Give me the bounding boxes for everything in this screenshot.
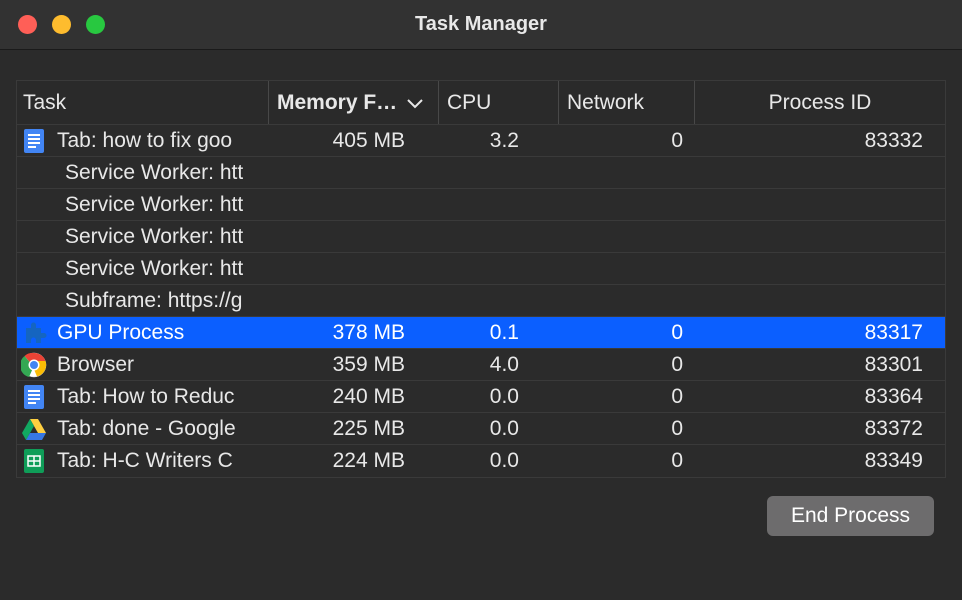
cell-cpu: 3.2: [439, 129, 559, 153]
cell-pid: 83301: [695, 353, 945, 377]
cell-task: Tab: done - Google: [17, 416, 269, 442]
column-label: Memory F…: [277, 91, 397, 115]
column-label: Process ID: [769, 91, 872, 115]
task-label: Service Worker: htt: [65, 225, 243, 249]
titlebar: Task Manager: [0, 0, 962, 50]
docs-icon: [21, 384, 47, 410]
cell-memory: 225 MB: [269, 417, 439, 441]
column-header-task[interactable]: Task: [17, 81, 269, 124]
column-header-cpu[interactable]: CPU: [439, 81, 559, 124]
maximize-icon[interactable]: [86, 15, 105, 34]
cell-network: 0: [559, 449, 695, 473]
end-process-button[interactable]: End Process: [767, 496, 934, 536]
cell-memory: 378 MB: [269, 321, 439, 345]
table-row[interactable]: Tab: How to Reduc 240 MB0.0083364: [17, 381, 945, 413]
task-label: Service Worker: htt: [65, 257, 243, 281]
table-row[interactable]: Service Worker: htt: [17, 189, 945, 221]
close-icon[interactable]: [18, 15, 37, 34]
cell-task: Browser: [17, 352, 269, 378]
task-label: Service Worker: htt: [65, 193, 243, 217]
docs-icon: [21, 128, 47, 154]
column-label: CPU: [447, 91, 491, 115]
table-header: Task Memory F… CPU Network Process ID: [17, 81, 945, 125]
table-row[interactable]: Service Worker: htt: [17, 221, 945, 253]
cell-cpu: 0.1: [439, 321, 559, 345]
task-label: Tab: How to Reduc: [57, 385, 234, 409]
table-row[interactable]: Service Worker: htt: [17, 253, 945, 285]
cell-network: 0: [559, 385, 695, 409]
table-row[interactable]: GPU Process 378 MB0.1083317: [17, 317, 945, 349]
task-table: Task Memory F… CPU Network Process ID Ta…: [16, 80, 946, 478]
sheets-icon: [21, 448, 47, 474]
column-header-pid[interactable]: Process ID: [695, 81, 945, 124]
cell-memory: 240 MB: [269, 385, 439, 409]
table-row[interactable]: Browser 359 MB4.0083301: [17, 349, 945, 381]
window-title: Task Manager: [415, 13, 547, 36]
cell-task: Service Worker: htt: [17, 161, 269, 185]
cell-cpu: 0.0: [439, 417, 559, 441]
cell-network: 0: [559, 353, 695, 377]
cell-task: Tab: H-C Writers C: [17, 448, 269, 474]
cell-task: Tab: How to Reduc: [17, 384, 269, 410]
cell-task: Service Worker: htt: [17, 257, 269, 281]
content: Task Memory F… CPU Network Process ID Ta…: [0, 50, 962, 552]
chevron-down-icon: [407, 91, 423, 115]
column-header-memory[interactable]: Memory F…: [269, 81, 439, 124]
cell-cpu: 0.0: [439, 385, 559, 409]
task-label: Tab: how to fix goo: [57, 129, 232, 153]
button-bar: End Process: [16, 478, 946, 536]
task-label: Tab: H-C Writers C: [57, 449, 233, 473]
cell-task: Tab: how to fix goo: [17, 128, 269, 154]
cell-pid: 83332: [695, 129, 945, 153]
minimize-icon[interactable]: [52, 15, 71, 34]
column-header-network[interactable]: Network: [559, 81, 695, 124]
chrome-icon: [21, 352, 47, 378]
cell-memory: 224 MB: [269, 449, 439, 473]
cell-network: 0: [559, 321, 695, 345]
table-row[interactable]: Tab: done - Google 225 MB0.0083372: [17, 413, 945, 445]
cell-task: GPU Process: [17, 320, 269, 346]
table-row[interactable]: Tab: how to fix goo 405 MB3.2083332: [17, 125, 945, 157]
window-controls: [18, 15, 105, 34]
table-row[interactable]: Service Worker: htt: [17, 157, 945, 189]
column-label: Network: [567, 91, 644, 115]
puzzle-icon: [21, 320, 47, 346]
table-body: Tab: how to fix goo405 MB3.2083332Servic…: [17, 125, 945, 477]
table-row[interactable]: Subframe: https://g: [17, 285, 945, 317]
task-label: Browser: [57, 353, 134, 377]
drive-icon: [21, 416, 47, 442]
task-label: Service Worker: htt: [65, 161, 243, 185]
cell-network: 0: [559, 417, 695, 441]
cell-task: Service Worker: htt: [17, 225, 269, 249]
cell-cpu: 4.0: [439, 353, 559, 377]
table-row[interactable]: Tab: H-C Writers C 224 MB0.0083349: [17, 445, 945, 477]
cell-network: 0: [559, 129, 695, 153]
cell-memory: 405 MB: [269, 129, 439, 153]
cell-pid: 83317: [695, 321, 945, 345]
cell-task: Service Worker: htt: [17, 193, 269, 217]
cell-pid: 83372: [695, 417, 945, 441]
cell-pid: 83349: [695, 449, 945, 473]
task-label: Tab: done - Google: [57, 417, 236, 441]
cell-task: Subframe: https://g: [17, 289, 269, 313]
cell-pid: 83364: [695, 385, 945, 409]
column-label: Task: [23, 91, 66, 115]
task-label: Subframe: https://g: [65, 289, 242, 313]
task-label: GPU Process: [57, 321, 184, 345]
cell-memory: 359 MB: [269, 353, 439, 377]
cell-cpu: 0.0: [439, 449, 559, 473]
